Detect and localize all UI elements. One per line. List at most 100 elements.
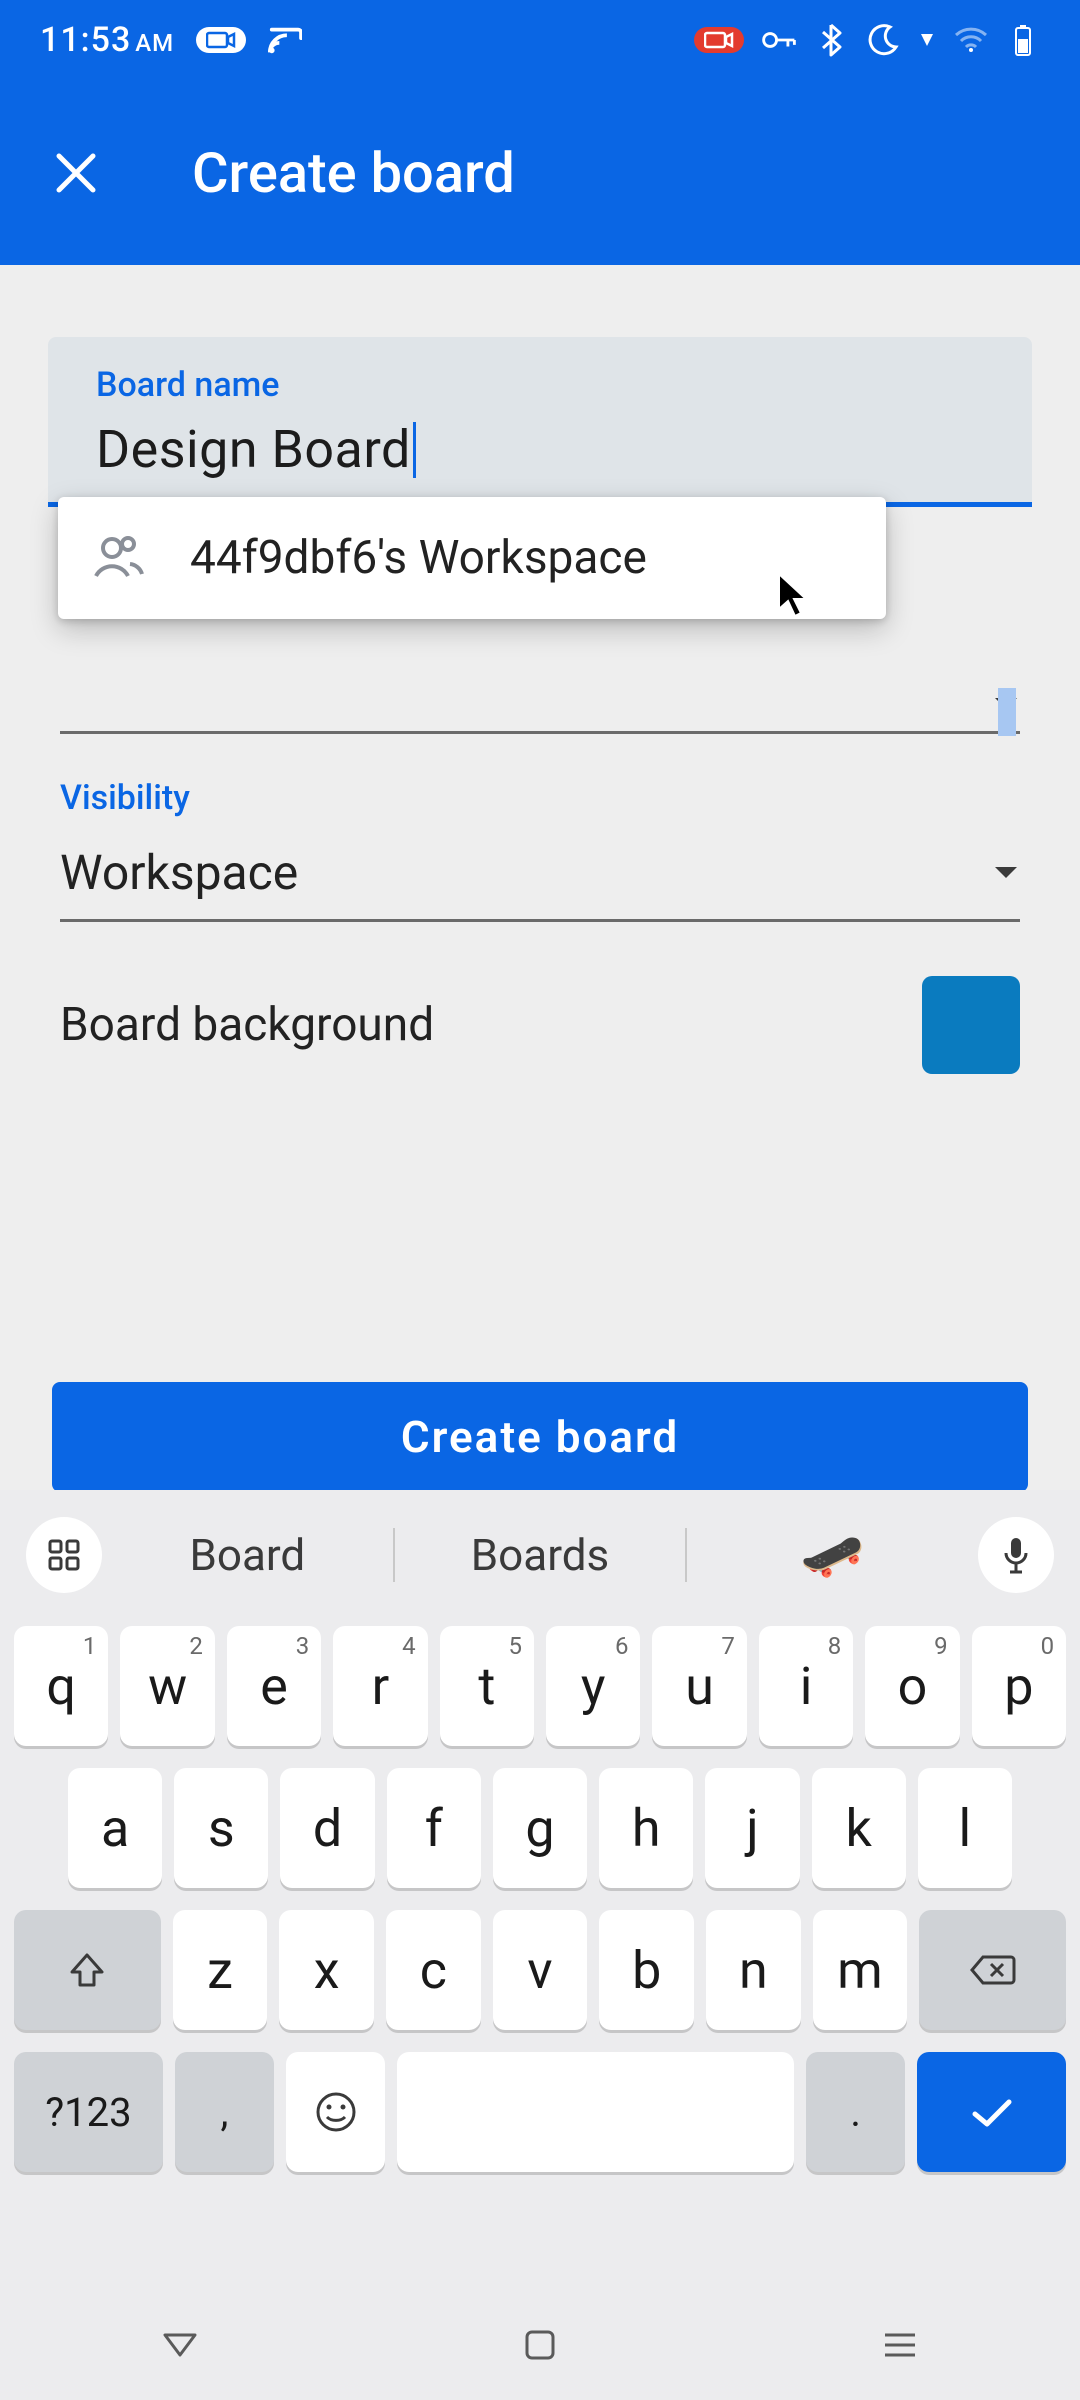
create-board-form: Board name Design Board Workspace 44f9db… bbox=[0, 265, 1080, 1492]
suggestion-emoji[interactable]: 🛹 bbox=[687, 1525, 978, 1586]
emoji-key[interactable] bbox=[286, 2052, 385, 2172]
key-p[interactable]: p0 bbox=[972, 1626, 1066, 1746]
nav-recent-button[interactable] bbox=[870, 2315, 930, 2375]
key-row-3: z x c v b n m bbox=[14, 1910, 1066, 2030]
close-icon bbox=[53, 150, 99, 196]
board-name-label: Board name bbox=[96, 365, 984, 405]
nav-back-icon bbox=[160, 2330, 200, 2360]
board-background-row: Board background bbox=[60, 976, 1020, 1074]
key-g[interactable]: g bbox=[493, 1768, 587, 1888]
key-v[interactable]: v bbox=[493, 1910, 588, 2030]
battery-icon bbox=[1006, 23, 1040, 57]
app-bar: Create board bbox=[0, 80, 1080, 265]
space-key[interactable] bbox=[397, 2052, 794, 2172]
people-icon bbox=[92, 534, 144, 582]
backspace-key[interactable] bbox=[919, 1910, 1066, 2030]
key-c[interactable]: c bbox=[386, 1910, 481, 2030]
visibility-label: Visibility bbox=[60, 778, 1032, 818]
shift-icon bbox=[67, 1950, 107, 1990]
voice-input-button[interactable] bbox=[978, 1517, 1054, 1593]
key-a[interactable]: a bbox=[68, 1768, 162, 1888]
visibility-select[interactable]: Workspace bbox=[60, 844, 1020, 922]
status-time: 11:53AM bbox=[40, 20, 174, 60]
key-hint: 7 bbox=[721, 1632, 735, 1660]
board-background-swatch[interactable] bbox=[922, 976, 1020, 1074]
key-i[interactable]: i8 bbox=[759, 1626, 853, 1746]
close-button[interactable] bbox=[48, 145, 104, 201]
status-left: 11:53AM bbox=[40, 20, 302, 60]
key-row-2: asdfghjkl bbox=[14, 1768, 1066, 1888]
board-name-value: Design Board bbox=[96, 419, 411, 480]
key-x[interactable]: x bbox=[279, 1910, 374, 2030]
moon-icon bbox=[866, 23, 900, 57]
key-t[interactable]: t5 bbox=[440, 1626, 534, 1746]
board-background-label: Board background bbox=[60, 998, 434, 1052]
shift-key[interactable] bbox=[14, 1910, 161, 2030]
symbols-key[interactable]: ?123 bbox=[14, 2052, 163, 2172]
workspace-select[interactable] bbox=[60, 695, 1020, 734]
key-u[interactable]: u7 bbox=[652, 1626, 746, 1746]
key-hint: 8 bbox=[828, 1632, 842, 1660]
period-key[interactable]: . bbox=[806, 2052, 905, 2172]
key-hint: 1 bbox=[83, 1632, 97, 1660]
comma-key[interactable]: , bbox=[175, 2052, 274, 2172]
nav-recent-icon bbox=[881, 2330, 919, 2360]
key-h[interactable]: h bbox=[599, 1768, 693, 1888]
key-q[interactable]: q1 bbox=[14, 1626, 108, 1746]
cast-icon bbox=[268, 23, 302, 57]
key-y[interactable]: y6 bbox=[546, 1626, 640, 1746]
key-hint: 6 bbox=[615, 1632, 629, 1660]
key-hint: 3 bbox=[296, 1632, 310, 1660]
key-f[interactable]: f bbox=[387, 1768, 481, 1888]
create-board-button-label: Create board bbox=[401, 1411, 679, 1463]
key-e[interactable]: e3 bbox=[227, 1626, 321, 1746]
key-rows: q1w2e3r4t5y6u7i8o9p0 asdfghjkl z x c v b… bbox=[0, 1620, 1080, 2172]
key-row-4: ?123 , . bbox=[14, 2052, 1066, 2172]
recording-indicator-icon bbox=[694, 27, 744, 53]
key-hint: 2 bbox=[189, 1632, 203, 1660]
signal-triangle-icon bbox=[918, 23, 936, 57]
key-s[interactable]: s bbox=[174, 1768, 268, 1888]
key-l[interactable]: l bbox=[918, 1768, 1012, 1888]
suggestion-bar: Board Boards 🛹 bbox=[0, 1490, 1080, 1620]
key-j[interactable]: j bbox=[705, 1768, 799, 1888]
key-hint: 9 bbox=[934, 1632, 948, 1660]
key-n[interactable]: n bbox=[706, 1910, 801, 2030]
keyboard-apps-button[interactable] bbox=[26, 1517, 102, 1593]
bluetooth-icon bbox=[814, 23, 848, 57]
key-w[interactable]: w2 bbox=[120, 1626, 214, 1746]
key-z[interactable]: z bbox=[173, 1910, 268, 2030]
key-d[interactable]: d bbox=[280, 1768, 374, 1888]
backspace-icon bbox=[969, 1953, 1017, 1987]
suggestion-word-2[interactable]: Boards bbox=[395, 1529, 686, 1581]
text-caret bbox=[413, 422, 416, 478]
nav-home-button[interactable] bbox=[510, 2315, 570, 2375]
status-bar: 11:53AM bbox=[0, 0, 1080, 80]
key-o[interactable]: o9 bbox=[865, 1626, 959, 1746]
workspace-dropdown-option[interactable]: 44f9dbf6's Workspace bbox=[58, 497, 886, 619]
emoji-icon bbox=[314, 2090, 358, 2134]
key-hint: 4 bbox=[402, 1632, 416, 1660]
board-name-field[interactable]: Board name Design Board bbox=[48, 337, 1032, 507]
check-icon bbox=[967, 2094, 1017, 2130]
key-row-1: q1w2e3r4t5y6u7i8o9p0 bbox=[14, 1626, 1066, 1746]
selection-handle bbox=[998, 688, 1016, 736]
status-right bbox=[694, 23, 1040, 57]
camera-indicator-icon bbox=[196, 27, 246, 53]
create-board-button[interactable]: Create board bbox=[52, 1382, 1028, 1492]
nav-back-button[interactable] bbox=[150, 2315, 210, 2375]
system-nav-bar bbox=[0, 2290, 1080, 2400]
key-b[interactable]: b bbox=[599, 1910, 694, 2030]
key-m[interactable]: m bbox=[813, 1910, 908, 2030]
key-hint: 0 bbox=[1041, 1632, 1055, 1660]
mouse-cursor-icon bbox=[776, 571, 810, 619]
key-r[interactable]: r4 bbox=[333, 1626, 427, 1746]
key-k[interactable]: k bbox=[812, 1768, 906, 1888]
microphone-icon bbox=[1001, 1535, 1031, 1575]
vpn-key-icon bbox=[762, 23, 796, 57]
enter-key[interactable] bbox=[917, 2052, 1066, 2172]
chevron-down-icon bbox=[992, 864, 1020, 882]
grid-icon bbox=[46, 1537, 82, 1573]
nav-home-icon bbox=[523, 2328, 557, 2362]
suggestion-word-1[interactable]: Board bbox=[102, 1529, 393, 1581]
